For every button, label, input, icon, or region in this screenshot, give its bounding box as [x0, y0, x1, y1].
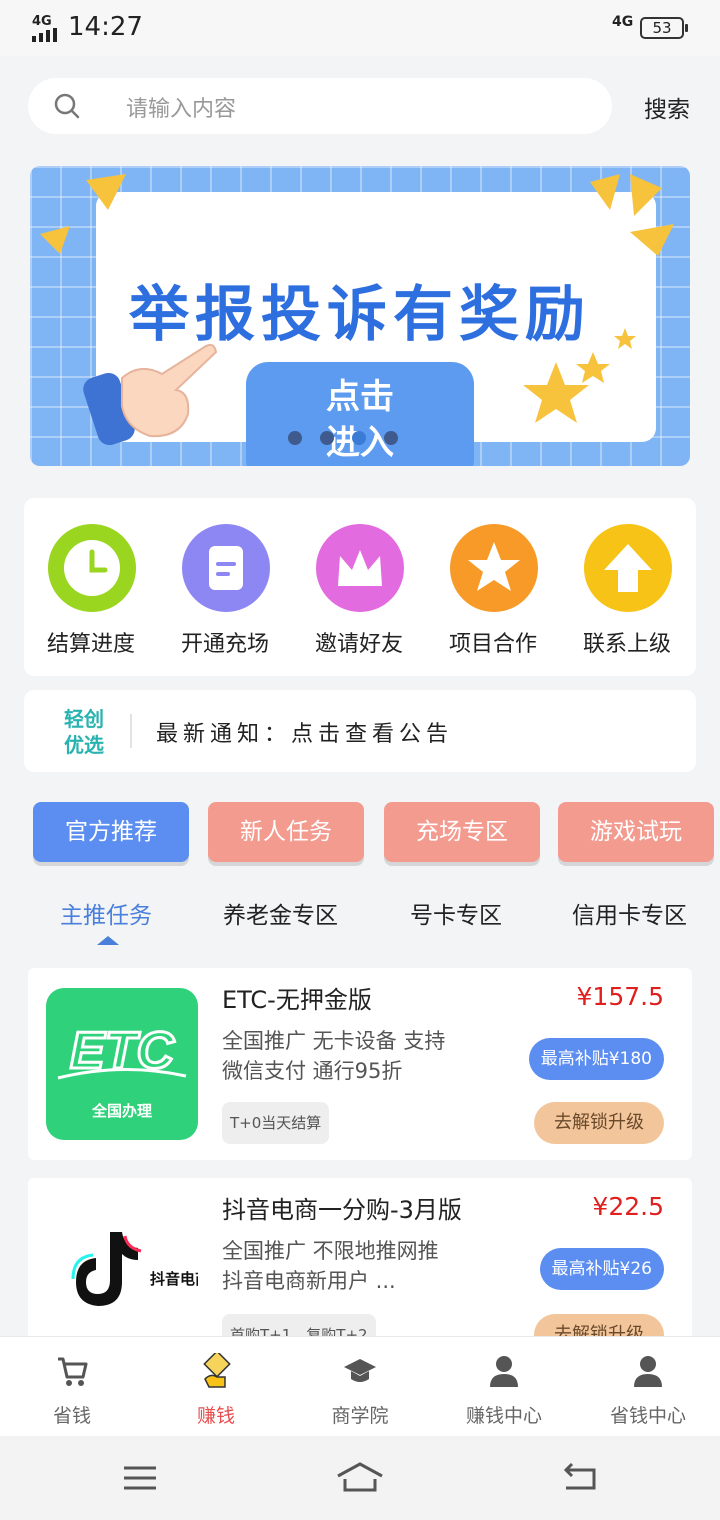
search-input[interactable]: 请输入内容: [126, 91, 236, 123]
unlock-upgrade-button[interactable]: 去解锁升级: [534, 1102, 664, 1144]
settlement-tag: T+0当天结算: [222, 1102, 330, 1144]
nav-earn-money[interactable]: 赚钱: [144, 1337, 288, 1437]
nav-business-school[interactable]: 商学院: [288, 1337, 432, 1437]
nav-saving-center[interactable]: 省钱中心: [576, 1337, 720, 1437]
quick-action-label: 项目合作: [448, 632, 537, 657]
banner-pagination[interactable]: [288, 431, 398, 445]
search-button[interactable]: 搜索: [644, 90, 690, 124]
arrow-up-icon: [584, 524, 672, 612]
notice-divider: [130, 714, 132, 748]
brand-line1: 轻创: [64, 707, 104, 731]
menu-icon[interactable]: [122, 1460, 158, 1496]
quick-action-label: 开通充场: [180, 632, 269, 657]
task-card[interactable]: 抖音电商 抖音电商一分购-3月版 ¥22.5 全国推广 不限地推网推 抖音电商新…: [28, 1178, 692, 1336]
category-official-recommend[interactable]: 官方推荐: [33, 802, 189, 862]
category-game-trial[interactable]: 游戏试玩: [558, 802, 714, 862]
etc-logo: ETC 全国办理: [46, 988, 198, 1140]
home-icon[interactable]: [336, 1460, 384, 1496]
task-price: ¥157.5: [576, 982, 664, 1011]
etc-logo-caption: 全国办理: [91, 1102, 152, 1120]
task-description: 全国推广 无卡设备 支持微信支付 通行95折: [222, 1029, 446, 1083]
brand-line2: 优选: [64, 733, 104, 757]
banner-enter-button[interactable]: 点击 进入: [246, 362, 474, 466]
signal-label: 4G: [32, 14, 52, 29]
status-time: 14:27: [68, 12, 143, 42]
quick-action-label: 邀请好友: [314, 632, 403, 657]
nav-save-money[interactable]: 省钱: [0, 1337, 144, 1437]
search-bar[interactable]: 请输入内容: [28, 78, 612, 134]
nav-earning-center[interactable]: 赚钱中心: [432, 1337, 576, 1437]
nav-label: 赚钱: [196, 1405, 235, 1427]
search-icon: [54, 93, 80, 119]
nav-label: 省钱: [52, 1405, 91, 1427]
back-icon[interactable]: [560, 1460, 598, 1496]
quick-action-contact[interactable]: 联系上级: [560, 498, 694, 676]
quick-action-label: 联系上级: [582, 632, 671, 657]
quick-action-settlement[interactable]: 结算进度: [24, 498, 158, 676]
promo-banner[interactable]: 举报投诉有奖励 点击 进入: [30, 166, 690, 466]
settlement-tag: 首购T+1，复购T+2: [222, 1314, 376, 1336]
nav-label: 省钱中心: [609, 1405, 686, 1427]
signal-icon: [32, 28, 57, 42]
douyin-logo-caption: 抖音电商: [150, 1270, 198, 1288]
pagination-dot[interactable]: [384, 431, 398, 445]
cart-icon: [58, 1357, 88, 1386]
pagination-dot[interactable]: [320, 431, 334, 445]
crown-icon: [316, 524, 404, 612]
douyin-logo: 抖音电商: [46, 1198, 198, 1336]
task-description: 全国推广 不限地推网推 抖音电商新用户 ...: [222, 1239, 439, 1293]
notice-text[interactable]: 最新通知：点击查看公告: [156, 716, 453, 748]
task-price: ¥22.5: [592, 1192, 664, 1221]
clock-icon: [48, 524, 136, 612]
task-card[interactable]: ETC 全国办理 ETC-无押金版 ¥157.5 全国推广 无卡设备 支持微信支…: [28, 968, 692, 1160]
pagination-dot[interactable]: [288, 431, 302, 445]
quick-action-partner[interactable]: 项目合作: [426, 498, 560, 676]
user-icon: [634, 1356, 662, 1387]
tab-sim-card[interactable]: 号卡专区: [410, 896, 502, 930]
money-icon: [203, 1353, 231, 1388]
tab-pension[interactable]: 养老金专区: [223, 896, 338, 930]
bottom-nav: 省钱 赚钱 商学院 赚钱中心 省钱中心: [0, 1336, 720, 1436]
user-icon: [490, 1356, 518, 1387]
category-newbie-tasks[interactable]: 新人任务: [208, 802, 364, 862]
status-bar: 4G 14:27 4G 53: [0, 0, 720, 56]
quick-action-open[interactable]: 开通充场: [158, 498, 292, 676]
notice-bar[interactable]: 轻创 优选 最新通知：点击查看公告: [24, 690, 696, 772]
banner-title: 举报投诉有奖励: [129, 280, 591, 350]
quick-action-label: 结算进度: [46, 632, 135, 657]
quick-actions: 结算进度 开通充场 邀请好友 项目合作 联系上级: [24, 498, 696, 676]
tab-credit-card[interactable]: 信用卡专区: [572, 896, 687, 930]
nav-label: 商学院: [331, 1405, 389, 1427]
notice-brand-logo: 轻创 优选: [56, 706, 112, 758]
battery-icon: 53: [640, 17, 688, 39]
nav-label: 赚钱中心: [465, 1405, 542, 1427]
tab-main-tasks[interactable]: 主推任务: [60, 896, 152, 930]
quick-action-invite[interactable]: 邀请好友: [292, 498, 426, 676]
document-icon: [182, 524, 270, 612]
graduation-cap-icon: [344, 1359, 376, 1382]
system-nav-bar: [0, 1436, 720, 1520]
subsidy-button[interactable]: 最高补贴¥26: [539, 1248, 664, 1290]
unlock-upgrade-button[interactable]: 去解锁升级: [534, 1314, 664, 1336]
pagination-dot-active[interactable]: [352, 431, 366, 445]
active-tab-indicator: [97, 936, 119, 945]
subsidy-button[interactable]: 最高补贴¥180: [528, 1038, 664, 1080]
star-icon: [450, 524, 538, 612]
banner-button-line1: 点击: [326, 377, 394, 417]
task-title[interactable]: 抖音电商一分购-3月版: [222, 1190, 462, 1225]
network-label: 4G: [612, 14, 634, 30]
task-title[interactable]: ETC-无押金版: [222, 980, 372, 1015]
category-venue-zone[interactable]: 充场专区: [384, 802, 540, 862]
